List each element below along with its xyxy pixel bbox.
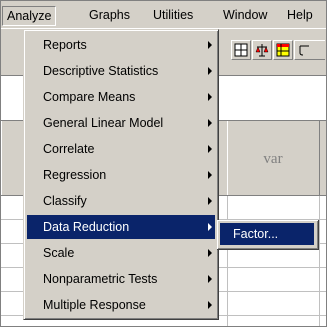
- menu-item-label: Compare Means: [43, 90, 136, 104]
- menu-graphs[interactable]: Graphs: [89, 8, 130, 22]
- menu-item-general-linear-model[interactable]: General Linear Model: [27, 111, 215, 135]
- menu-bar: Analyze Graphs Utilities Window Help: [1, 1, 326, 29]
- menu-item-label: Reports: [43, 38, 87, 52]
- submenu-arrow-icon: [208, 41, 212, 49]
- menu-help-label: Help: [287, 8, 313, 22]
- submenu-arrow-icon: [208, 249, 212, 257]
- menu-item-reports[interactable]: Reports: [27, 33, 215, 57]
- menu-analyze[interactable]: Analyze: [2, 6, 57, 26]
- menu-help[interactable]: Help: [287, 8, 313, 22]
- menu-item-label: Scale: [43, 246, 75, 260]
- menu-item-factor[interactable]: Factor...: [220, 223, 314, 245]
- menu-item-regression[interactable]: Regression: [27, 163, 215, 187]
- menu-item-multiple-response[interactable]: Multiple Response: [27, 293, 215, 317]
- submenu-arrow-icon: [208, 119, 212, 127]
- toolbar-button-table[interactable]: [273, 40, 293, 60]
- toolbar-button-more[interactable]: [294, 40, 325, 60]
- menu-item-classify[interactable]: Classify: [27, 189, 215, 213]
- menu-item-correlate[interactable]: Correlate: [27, 137, 215, 161]
- submenu-arrow-icon: [208, 171, 212, 179]
- scale-balance-icon: [255, 44, 269, 57]
- grid-divider: [227, 196, 228, 326]
- submenu-arrow-icon: [208, 93, 212, 101]
- menu-window[interactable]: Window: [223, 8, 267, 22]
- menu-utilities[interactable]: Utilities: [153, 8, 193, 22]
- grid-icon: [234, 43, 248, 57]
- menu-utilities-label: Utilities: [153, 8, 194, 22]
- menu-item-label: Regression: [43, 168, 107, 182]
- menu-item-scale[interactable]: Scale: [27, 241, 215, 265]
- menu-item-label: Nonparametric Tests: [43, 272, 158, 286]
- submenu-arrow-icon: [208, 67, 212, 75]
- menu-item-data-reduction[interactable]: Data Reduction: [27, 215, 215, 239]
- menu-graphs-label: Graphs: [89, 8, 130, 22]
- grid-divider: [319, 196, 320, 326]
- menu-item-nonparametric-tests[interactable]: Nonparametric Tests: [27, 267, 215, 291]
- menu-item-label: Classify: [43, 194, 87, 208]
- menu-item-label: Factor...: [233, 227, 279, 241]
- menu-item-label: General Linear Model: [43, 116, 164, 130]
- submenu-arrow-icon: [208, 301, 212, 309]
- data-reduction-submenu: Factor...: [217, 220, 319, 250]
- menu-item-label: Multiple Response: [43, 298, 146, 312]
- toolbar-button-scale[interactable]: [252, 40, 272, 60]
- menu-item-descriptive-statistics[interactable]: Descriptive Statistics: [27, 59, 215, 83]
- column-header-label: var: [263, 151, 283, 167]
- submenu-arrow-icon: [208, 197, 212, 205]
- menu-item-label: Descriptive Statistics: [43, 64, 159, 78]
- table-icon: [276, 43, 290, 57]
- menu-item-label: Correlate: [43, 142, 95, 156]
- submenu-arrow-icon: [208, 145, 212, 153]
- analyze-menu: Reports Descriptive Statistics Compare M…: [23, 29, 219, 320]
- submenu-arrow-icon: [208, 275, 212, 283]
- menu-item-label: Data Reduction: [43, 220, 130, 234]
- application-window: Analyze Graphs Utilities Window Help var…: [0, 0, 327, 327]
- menu-item-compare-means[interactable]: Compare Means: [27, 85, 215, 109]
- menu-window-label: Window: [223, 8, 268, 22]
- submenu-arrow-icon: [208, 223, 212, 231]
- toolbar-button-grid[interactable]: [231, 40, 251, 60]
- menu-analyze-label: Analyze: [7, 9, 52, 23]
- partial-toolbar-icon: [299, 45, 309, 56]
